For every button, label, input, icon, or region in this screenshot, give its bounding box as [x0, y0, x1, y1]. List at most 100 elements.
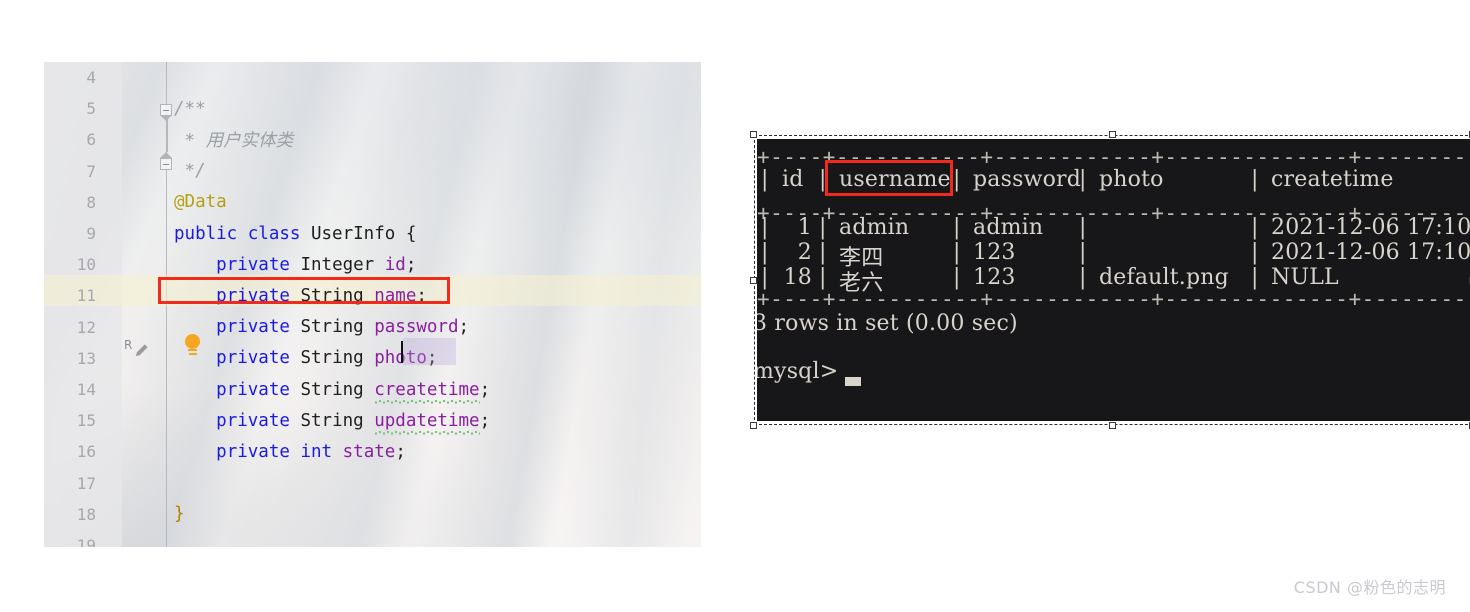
code-token: ;: [479, 410, 491, 431]
table-pipe: |: [1251, 215, 1259, 240]
line-number: 9: [86, 224, 96, 243]
line-number: 17: [76, 473, 96, 493]
name-declaration-highlight-box: [158, 277, 450, 304]
table-pipe: |: [953, 240, 961, 265]
table-pipe: |: [953, 215, 961, 240]
cell-password: admin: [973, 215, 1044, 240]
code-line[interactable]: 9 public class UserInfo {: [44, 218, 701, 249]
cell-createtime: NULL: [1271, 265, 1339, 290]
code-token: public: [174, 223, 238, 244]
resize-handle-nw[interactable]: [750, 131, 757, 138]
column-header-photo: photo: [1099, 167, 1164, 192]
screenshot-root: 4 5/** 6 * 用户实体类 7 */8 @Data 9 public class Us…: [0, 0, 1470, 612]
code-token: int: [300, 441, 333, 462]
cell-password: 123: [973, 240, 1016, 265]
code-token: ;: [479, 379, 491, 400]
code-token: String: [289, 410, 375, 431]
mysql-terminal-screenshot[interactable]: +----+-----------+------------+---------…: [750, 131, 1470, 429]
code-token: private: [216, 441, 290, 462]
table-pipe: |: [761, 265, 769, 290]
code-line[interactable]: 5 /**: [44, 93, 701, 124]
code-line[interactable]: 8 @Data: [44, 187, 701, 218]
cell-createtime: 2021-12-06 17:10:: [1271, 240, 1470, 265]
table-pipe: |: [1251, 265, 1259, 290]
code-line[interactable]: 15 private String updatetime;: [44, 405, 701, 436]
table-pipe: |: [761, 240, 769, 265]
code-token: UserInfo: [300, 223, 406, 244]
code-token: updatetime: [374, 410, 480, 435]
table-pipe: |: [1079, 215, 1087, 240]
table-pipe: |: [1079, 240, 1087, 265]
name-token-selection: [403, 338, 456, 365]
csdn-watermark: CSDN @粉色的志明: [1293, 578, 1446, 597]
line-number: 10: [76, 255, 96, 275]
code-text: /**: [174, 99, 206, 119]
code-token: private: [216, 410, 290, 431]
table-pipe: |: [761, 167, 769, 192]
resize-handle-w[interactable]: [750, 277, 757, 284]
code-line[interactable]: 7 */: [44, 156, 701, 187]
code-token: String: [289, 317, 375, 338]
cell-username: 老六: [839, 271, 884, 296]
code-text: private String photo;: [174, 348, 437, 368]
line-number: 12: [76, 317, 96, 337]
cell-password: 123: [973, 265, 1016, 290]
code-token: String: [289, 348, 375, 369]
line-number: 13: [76, 348, 96, 368]
code-line[interactable]: 14 private String createtime;: [44, 374, 701, 405]
line-number: 8: [86, 192, 96, 212]
code-line[interactable]: 18}: [44, 499, 701, 530]
rows-in-set-status: 3 rows in set (0.00 sec): [757, 311, 1018, 336]
code-token: id: [384, 254, 406, 275]
table-pipe: |: [1251, 167, 1259, 192]
resize-handle-s[interactable]: [1109, 422, 1116, 429]
text-caret: [401, 341, 403, 363]
code-line[interactable]: 16 private int state;: [44, 436, 701, 467]
line-number: 4: [86, 68, 96, 87]
line-number: 5: [86, 99, 96, 119]
code-editor-panel[interactable]: 4 5/** 6 * 用户实体类 7 */8 @Data 9 public class Us…: [44, 62, 701, 547]
line-number: 19: [76, 536, 96, 547]
code-line[interactable]: 17: [44, 468, 701, 499]
table-pipe: |: [953, 265, 961, 290]
code-line[interactable]: 10 private Integer id;: [44, 249, 701, 280]
code-text: }: [174, 504, 185, 524]
code-text: private int state;: [174, 442, 406, 462]
cell-id: 1: [797, 215, 812, 240]
table-pipe: |: [819, 215, 827, 240]
code-line[interactable]: 12 private String password;: [44, 312, 701, 343]
cell-username: admin: [839, 215, 910, 240]
table-pipe: |: [1079, 167, 1087, 192]
resize-handle-n[interactable]: [1109, 131, 1116, 138]
code-token: class: [247, 223, 301, 244]
code-token: private: [216, 348, 290, 369]
code-token: * 用户实体类: [174, 131, 294, 152]
code-line[interactable]: 4: [44, 62, 701, 93]
lightbulb-intention-icon[interactable]: [184, 334, 202, 356]
code-token: password: [374, 317, 459, 338]
cell-photo: default.png: [1099, 265, 1229, 290]
line-number: 6: [86, 130, 96, 150]
table-pipe: |: [1079, 265, 1087, 290]
code-token: */: [174, 161, 206, 182]
code-text: private String password;: [174, 317, 469, 337]
code-token: Integer: [289, 254, 385, 275]
mysql-terminal[interactable]: +----+-----------+------------+---------…: [757, 139, 1470, 421]
cell-id: 2: [797, 240, 812, 265]
column-header-password: password: [973, 167, 1082, 192]
table-pipe: |: [761, 215, 769, 240]
code-token: ;: [458, 317, 470, 338]
code-line[interactable]: 6 * 用户实体类: [44, 124, 701, 155]
resize-handle-sw[interactable]: [750, 422, 757, 429]
pencil-edit-icon[interactable]: [134, 343, 149, 358]
code-text: private String updatetime;: [174, 410, 491, 431]
code-token: private: [216, 254, 290, 275]
refactor-marker-label: R: [124, 338, 133, 352]
code-line[interactable]: 19: [44, 530, 701, 547]
